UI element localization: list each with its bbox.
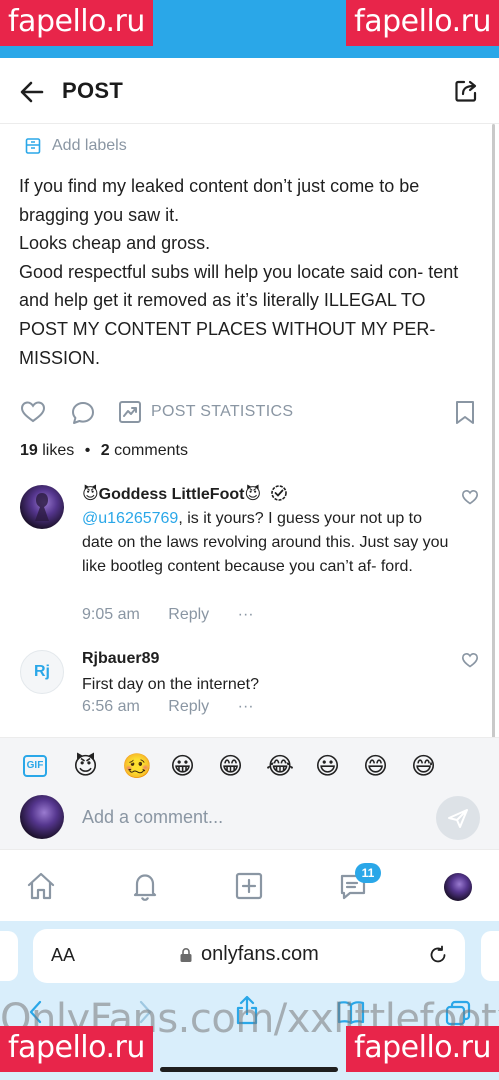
more-options-icon[interactable]: ···	[238, 698, 254, 715]
bookmark-icon[interactable]	[454, 400, 476, 426]
address-bar[interactable]: AA onlyfans.com	[33, 929, 465, 983]
comments-count: 2	[100, 442, 110, 459]
watermark-logo: fapello.ru	[0, 0, 153, 46]
reply-button[interactable]: Reply	[168, 606, 209, 623]
comment-like-heart-icon[interactable]	[461, 651, 479, 669]
add-labels-label: Add labels	[52, 137, 127, 154]
comment-meta: 9:05 am Reply ···	[82, 606, 278, 624]
comment-text: First day on the internet?	[82, 676, 259, 693]
comment-composer: Add a comment...	[0, 793, 499, 849]
watermark-logo: fapello.ru	[346, 0, 499, 46]
comment-text: @u16265769, is it yours? I guess your no…	[82, 510, 449, 575]
home-icon[interactable]	[25, 870, 57, 902]
page-title: POST	[62, 78, 124, 103]
comment-time: 9:05 am	[82, 606, 140, 623]
emoji-button[interactable]: 🥴	[122, 752, 152, 780]
comment-item: Rj Rjbauer89 First day on the internet? …	[0, 650, 499, 720]
lock-icon	[180, 947, 192, 962]
emoji-button[interactable]: 😂	[266, 752, 294, 780]
add-labels-button[interactable]: Add labels	[24, 134, 127, 158]
send-button[interactable]	[436, 796, 480, 840]
label-icon	[25, 138, 41, 154]
emoji-button[interactable]: 😈	[73, 752, 98, 780]
separator-dot: •	[84, 442, 91, 459]
previous-tab[interactable]	[0, 931, 18, 981]
comment-bubble-icon[interactable]	[70, 400, 96, 426]
likes-count: 19	[20, 442, 38, 459]
send-paper-plane-icon	[448, 809, 468, 828]
avatar-initials: Rj	[34, 663, 50, 680]
emoji-button[interactable]: 😅	[411, 752, 436, 780]
my-avatar[interactable]	[20, 795, 64, 839]
avatar[interactable]	[20, 485, 64, 529]
home-indicator	[160, 1067, 338, 1072]
comment-item: 😈Goddess LittleFoot😈 @u16265769, is it y…	[0, 484, 499, 634]
watermark-logo: fapello.ru	[0, 1026, 153, 1072]
comment-author[interactable]: 😈Goddess LittleFoot😈	[82, 484, 288, 504]
comment-meta: 6:56 am Reply ···	[82, 698, 278, 716]
back-arrow-icon[interactable]	[18, 78, 46, 106]
post-paragraph: If you find my leaked content don’t just…	[19, 176, 420, 225]
comment-input[interactable]: Add a comment...	[82, 807, 223, 828]
reply-button[interactable]: Reply	[168, 698, 209, 715]
watermark-logo: fapello.ru	[346, 1026, 499, 1072]
more-options-icon[interactable]: ···	[238, 606, 254, 623]
reload-icon[interactable]	[427, 944, 449, 966]
post-paragraph: Looks cheap and gross.	[19, 233, 211, 254]
likes-label: likes	[42, 442, 75, 459]
post-text: If you find my leaked content don’t just…	[19, 172, 469, 372]
bottom-nav: 11	[0, 849, 499, 921]
user-mention-link[interactable]: @u16265769	[82, 510, 178, 527]
emoji-button[interactable]: 😀	[170, 752, 195, 780]
comments-label: comments	[114, 442, 188, 459]
url-text[interactable]: onlyfans.com	[201, 943, 319, 966]
share-icon[interactable]	[453, 78, 479, 104]
comment-time: 6:56 am	[82, 698, 140, 715]
text-size-button[interactable]: AA	[51, 945, 75, 966]
like-heart-icon[interactable]	[20, 400, 46, 424]
post-paragraph: Good respectful subs will help you locat…	[19, 261, 459, 368]
plus-square-icon[interactable]	[233, 870, 265, 902]
post-actions: POST STATISTICS	[20, 398, 480, 428]
profile-avatar[interactable]	[444, 873, 472, 901]
post-header: POST	[0, 58, 499, 124]
emoji-button[interactable]: 😄	[363, 752, 388, 780]
emoji-button[interactable]: 😁	[218, 752, 243, 780]
engagement-counts[interactable]: 19 likes • 2 comments	[20, 442, 188, 460]
messages-badge: 11	[355, 863, 381, 883]
avatar-figure-icon	[35, 493, 49, 521]
next-tab[interactable]	[481, 931, 499, 981]
gif-button[interactable]: GIF	[23, 755, 47, 777]
emoji-bar: GIF 😈 🥴 😀 😁 😂 😃 😄 😅	[0, 737, 499, 793]
verified-badge-icon	[270, 485, 287, 501]
comment-like-heart-icon[interactable]	[461, 488, 479, 506]
emoji-button[interactable]: 😃	[315, 752, 340, 780]
post-statistics-button[interactable]: POST STATISTICS	[151, 403, 293, 421]
post-statistics-icon[interactable]	[118, 400, 142, 424]
bell-icon[interactable]	[129, 870, 161, 902]
comment-author[interactable]: Rjbauer89	[82, 650, 159, 668]
avatar[interactable]: Rj	[20, 650, 64, 694]
